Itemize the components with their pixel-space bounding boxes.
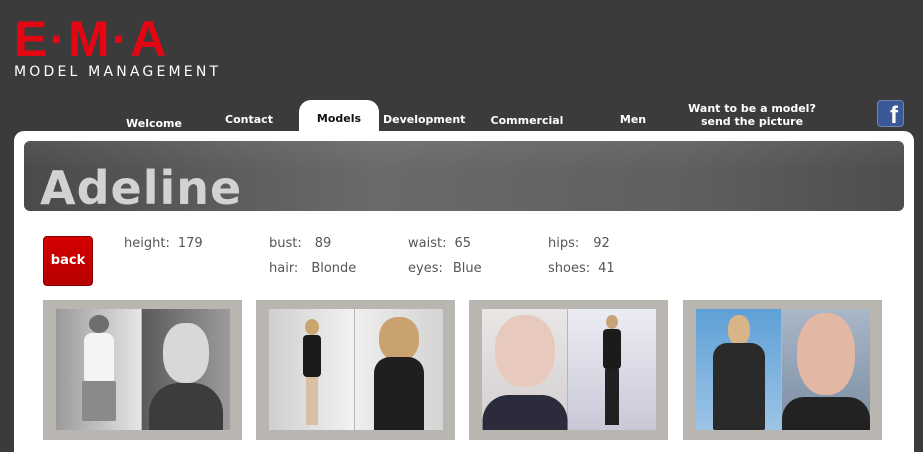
stat-shoes-label: shoes: — [548, 261, 591, 276]
photo-2-portrait-hair — [379, 317, 419, 361]
nav-models-label: Models — [316, 112, 362, 125]
stat-bust-value: 89 — [314, 236, 332, 251]
photo-2-figure-dress — [302, 335, 321, 377]
stat-hips: hips: 92 — [548, 236, 610, 251]
nav-become-model[interactable]: Want to be a model? send the picture — [686, 102, 818, 128]
photo-3-figure-head — [606, 315, 618, 329]
logo[interactable]: E·M·A MODEL MANAGEMENT — [14, 11, 222, 80]
photo-4-right — [782, 309, 870, 430]
nav-commercial[interactable]: Commercial — [486, 114, 568, 127]
photo-thumbnail-2[interactable] — [256, 300, 455, 440]
stat-bust: bust: 89 — [269, 236, 331, 251]
photo-1-figure-head — [88, 315, 109, 333]
stat-hair: hair: Blonde — [269, 261, 356, 276]
facebook-icon[interactable]: f — [877, 100, 904, 127]
nav-become-model-line1: Want to be a model? — [688, 102, 816, 115]
model-name-banner: Adeline — [24, 141, 904, 211]
photo-1-right — [142, 309, 230, 430]
stat-eyes-value: Blue — [452, 261, 482, 276]
stat-shoes: shoes: 41 — [548, 261, 615, 276]
photo-4-portrait-face — [797, 313, 855, 395]
photo-4-left — [696, 309, 781, 430]
photo-2-figure-head — [304, 319, 319, 335]
photo-1-left — [56, 309, 141, 430]
photo-thumbnail-4[interactable] — [683, 300, 882, 440]
photo-3-portrait-shoulders — [482, 395, 567, 430]
nav-contact[interactable]: Contact — [214, 113, 284, 126]
logo-wordmark: E·M·A — [14, 11, 169, 67]
photo-3-figure-body — [603, 329, 621, 369]
stat-hair-label: hair: — [269, 261, 299, 276]
photo-4-figure-jacket — [712, 343, 765, 430]
photo-3-figure-legs — [605, 369, 619, 425]
nav-models[interactable]: Models — [299, 100, 379, 131]
stat-eyes-label: eyes: — [408, 261, 443, 276]
nav-become-model-line2: send the picture — [700, 115, 804, 128]
nav-development[interactable]: Development — [383, 113, 465, 126]
stat-waist: waist: 65 — [408, 236, 471, 251]
stat-height: height: 179 — [124, 236, 203, 251]
stat-hips-value: 92 — [593, 236, 610, 251]
stat-shoes-value: 41 — [598, 261, 615, 276]
photo-thumbnail-3[interactable] — [469, 300, 668, 440]
photo-1-figure-legs — [81, 381, 116, 421]
stat-hips-label: hips: — [548, 236, 580, 251]
photo-2-portrait-dress — [374, 357, 424, 430]
nav-welcome-label: Welcome — [126, 117, 182, 130]
facebook-glyph: f — [890, 102, 898, 127]
photo-1-figure-body — [83, 333, 114, 381]
photo-3-left — [482, 309, 567, 430]
nav-contact-label: Contact — [225, 113, 273, 126]
stat-waist-value: 65 — [454, 236, 472, 251]
nav-men-label: Men — [619, 113, 647, 126]
photo-3-portrait-face — [494, 315, 555, 387]
photo-4-figure-head — [727, 315, 750, 345]
back-button[interactable]: back — [43, 236, 93, 286]
photo-1-portrait-face — [163, 323, 209, 383]
photo-4-portrait-collar — [782, 397, 870, 430]
nav-men[interactable]: Men — [608, 113, 658, 126]
stat-height-value: 179 — [177, 236, 203, 251]
photo-1-portrait-shoulders — [149, 383, 223, 430]
photo-2-right — [355, 309, 443, 430]
stat-eyes: eyes: Blue — [408, 261, 482, 276]
stat-hair-value: Blonde — [311, 261, 357, 276]
stat-height-label: height: — [124, 236, 170, 251]
model-name: Adeline — [40, 161, 243, 211]
stat-waist-label: waist: — [408, 236, 447, 251]
photo-2-left — [269, 309, 354, 430]
nav-welcome[interactable]: Welcome — [118, 117, 190, 130]
nav-commercial-label: Commercial — [490, 114, 564, 127]
logo-tagline: MODEL MANAGEMENT — [14, 64, 222, 80]
photo-2-figure-legs — [305, 377, 318, 425]
stat-bust-label: bust: — [269, 236, 302, 251]
photo-3-right — [568, 309, 656, 430]
photo-thumbnail-1[interactable] — [43, 300, 242, 440]
nav-development-label: Development — [383, 113, 466, 126]
